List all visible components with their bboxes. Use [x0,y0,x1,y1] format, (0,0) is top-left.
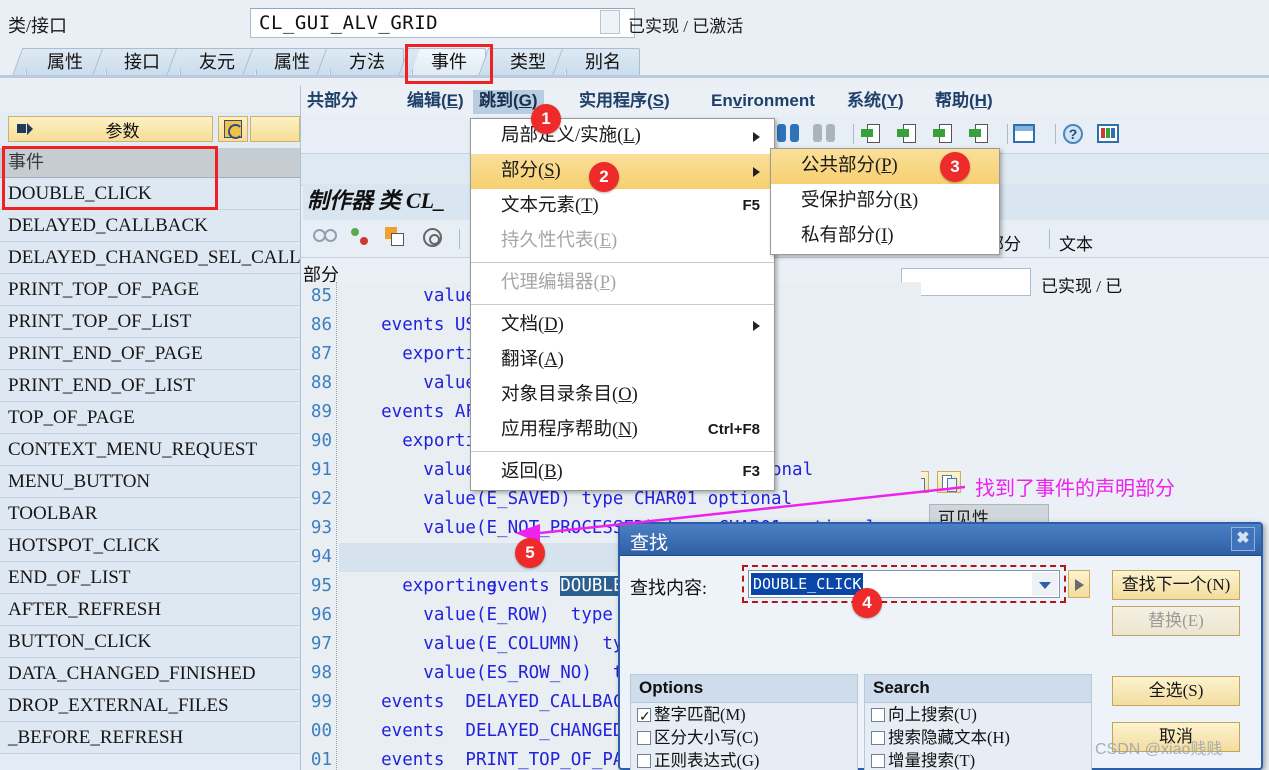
watermark: CSDN @xiao贱贱 [1095,741,1223,758]
step-badge-2: 2 [589,162,619,192]
step-badge-1: 1 [531,104,561,134]
annotation-note: 找到了事件的声明部分 [975,478,1175,500]
annotation-arrow [515,485,966,543]
step-badge-5: 5 [515,538,545,568]
step-badge-3: 3 [940,152,970,182]
screen-root: 类/接口 CL_GUI_ALV_GRID 已实现 / 已激活 属性 接口 友元 … [0,0,1269,770]
step-badge-4: 4 [852,588,882,618]
